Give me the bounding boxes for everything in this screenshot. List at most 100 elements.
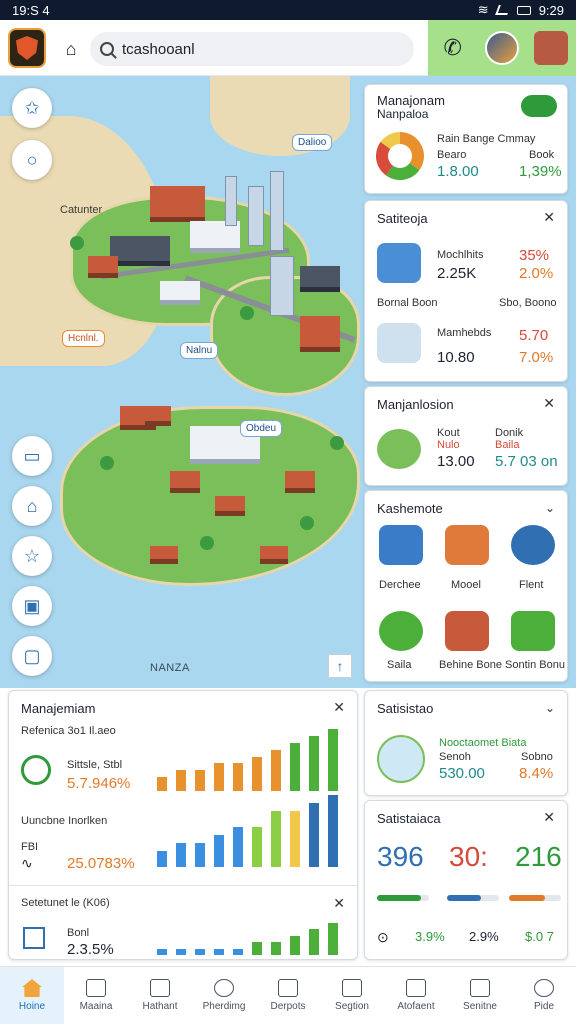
building[interactable] <box>170 471 200 493</box>
close-icon[interactable]: ✕ <box>543 209 555 226</box>
app-header: ⌂ ✆ <box>0 20 576 76</box>
nav-item-atofaent[interactable]: Atofaent <box>384 967 448 1024</box>
search-input[interactable] <box>122 40 392 58</box>
nav-item-pide[interactable]: Pide <box>512 967 576 1024</box>
table-icon <box>23 927 45 949</box>
search-bar[interactable] <box>90 32 414 66</box>
building[interactable] <box>215 496 245 516</box>
layer-button[interactable]: ▭ <box>12 436 52 476</box>
right-label: Sobno <box>521 751 553 763</box>
row-pct: 35% <box>519 247 550 264</box>
map-tag[interactable]: Dalioo <box>292 134 333 151</box>
chart-bar <box>214 835 224 867</box>
nav-item-pherdimg[interactable]: Pherdimg <box>192 967 256 1024</box>
home-icon: ⌂ <box>65 38 77 59</box>
progress-fill <box>509 895 546 901</box>
close-icon[interactable]: ✕ <box>333 699 345 716</box>
building[interactable] <box>110 236 170 266</box>
grid-icon <box>150 979 170 997</box>
bottom-stat: 2.9% <box>469 929 499 944</box>
nav-item-senitne[interactable]: Senitne <box>448 967 512 1024</box>
card-subtitle: Nanpaloa <box>377 107 429 121</box>
building[interactable] <box>285 471 315 493</box>
avatar[interactable] <box>484 31 519 65</box>
arrow-up-icon: ↑ <box>336 658 344 674</box>
bar-chart <box>157 923 347 955</box>
building[interactable] <box>260 546 288 564</box>
card-title: Satiteoja <box>377 211 428 226</box>
chart-bar <box>271 942 281 955</box>
building[interactable] <box>160 281 200 305</box>
calendar-button[interactable]: ▣ <box>12 586 52 626</box>
building[interactable] <box>270 256 294 316</box>
chart-bar <box>157 777 167 791</box>
path-icon[interactable] <box>511 611 555 651</box>
tree-icon[interactable] <box>379 611 423 651</box>
building[interactable] <box>270 171 284 251</box>
status-bar: 19:S 4 ≋ 9:29 <box>0 0 576 20</box>
chevron-down-icon[interactable]: ⌄ <box>545 501 555 515</box>
app-logo[interactable] <box>8 28 46 68</box>
chart-bar <box>214 763 224 791</box>
settings-icon <box>470 979 490 997</box>
close-icon[interactable]: ✕ <box>543 395 555 412</box>
field-icon[interactable] <box>445 611 489 651</box>
solar-panel-icon <box>377 243 421 283</box>
building[interactable] <box>150 186 205 222</box>
home-button[interactable]: ⌂ <box>56 34 86 64</box>
building[interactable] <box>150 546 178 564</box>
section-title: Setetunet le (K06) <box>21 897 110 909</box>
chart-bar <box>309 736 319 791</box>
nav-label: Senitne <box>463 1001 497 1012</box>
building[interactable] <box>88 256 118 278</box>
building-icon[interactable] <box>379 525 423 565</box>
chart-bar <box>233 763 243 791</box>
row-value: 10.80 <box>437 349 475 366</box>
chevron-down-icon[interactable]: ⌄ <box>545 701 555 715</box>
mid-left-label: Bornal Boon <box>377 297 438 309</box>
chart-bar <box>176 770 186 791</box>
card-title: Manajemiam <box>21 701 96 716</box>
building[interactable] <box>300 316 340 352</box>
map-icon <box>278 979 298 997</box>
nav-item-segtion[interactable]: Segtion <box>320 967 384 1024</box>
building[interactable] <box>225 176 237 226</box>
toggle-icon[interactable] <box>521 95 557 117</box>
panel-button[interactable]: ▢ <box>12 636 52 676</box>
search-map-button[interactable]: ○ <box>12 140 52 180</box>
map-region-label: NANZA <box>150 662 190 674</box>
chart-bar <box>157 851 167 867</box>
building[interactable] <box>248 186 264 246</box>
phone-icon[interactable]: ✆ <box>436 31 470 65</box>
list-icon <box>342 979 362 997</box>
dome-icon[interactable] <box>511 525 555 565</box>
nav-item-derpots[interactable]: Derpots <box>256 967 320 1024</box>
building[interactable] <box>145 406 171 426</box>
summary-card: Manajonam Nanpaloa Rain Bange Cmmay Bear… <box>364 84 568 194</box>
house-icon[interactable] <box>445 525 489 565</box>
chart-bar <box>195 843 205 867</box>
building[interactable] <box>300 266 340 292</box>
house-icon[interactable] <box>534 31 569 65</box>
map-tag[interactable]: Hcnlnl. <box>62 330 105 347</box>
search-icon <box>214 979 234 997</box>
shield-icon <box>16 36 38 60</box>
row-name: Mamhebds <box>437 327 492 339</box>
chart-bar <box>309 929 319 955</box>
star-map-button[interactable]: ✩ <box>12 88 52 128</box>
close-icon[interactable]: ✕ <box>543 809 555 826</box>
nav-item-hathant[interactable]: Hathant <box>128 967 192 1024</box>
map-tag[interactable]: Obdeu <box>240 420 283 437</box>
tree <box>100 456 114 470</box>
nav-item-maaina[interactable]: Maaina <box>64 967 128 1024</box>
home-map-button[interactable]: ⌂ <box>12 486 52 526</box>
nav-label: Pide <box>533 1001 554 1012</box>
map-tag[interactable]: Nalnu <box>180 342 219 359</box>
favorite-button[interactable]: ☆ <box>12 536 52 576</box>
close-icon[interactable]: ✕ <box>333 895 345 912</box>
nav-item-home[interactable]: Hoine <box>0 967 64 1024</box>
chart-bar <box>214 949 224 955</box>
north-button[interactable]: ↑ <box>328 654 352 678</box>
chart-bar <box>252 757 262 791</box>
row-name: Mochlhits <box>437 249 484 261</box>
